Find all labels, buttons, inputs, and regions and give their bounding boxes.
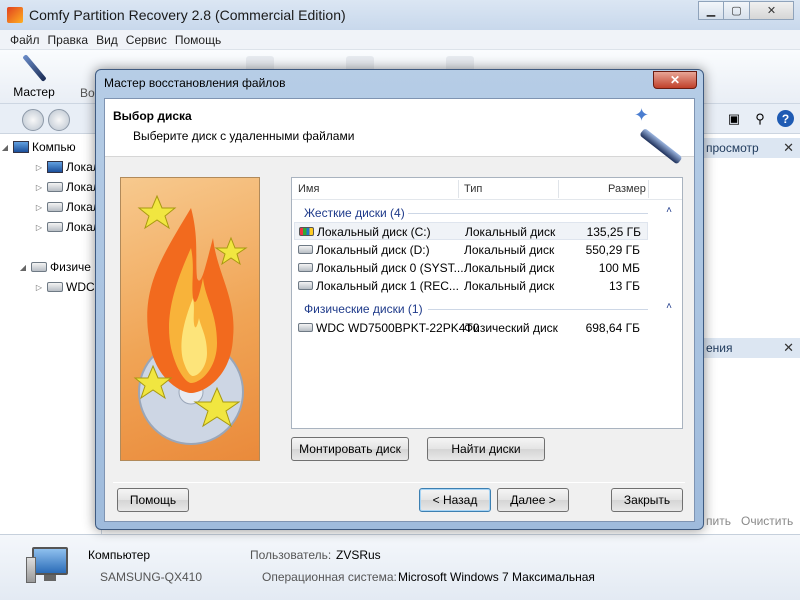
collapse-icon[interactable]: ◢ (18, 263, 28, 272)
status-os-value: Microsoft Windows 7 Максимальная (398, 570, 595, 584)
maximize-button[interactable]: ▢ (724, 1, 750, 20)
menu-file[interactable]: Файл (10, 33, 40, 47)
master-toolbar-button[interactable]: Мастер (8, 54, 60, 99)
close-icon[interactable]: ✕ (783, 340, 794, 356)
magic-wand-icon: ✦ (634, 105, 683, 165)
list-header: Имя Тип Размер (292, 178, 682, 200)
status-os-label: Операционная система: (262, 570, 397, 584)
drive-icon (31, 262, 47, 272)
main-title-bar[interactable]: Comfy Partition Recovery 2.8 (Commercial… (0, 0, 800, 30)
group-physical-disks[interactable]: Физические диски (1) ˄ (292, 300, 682, 318)
tree-item-local[interactable]: ▷ Локал (34, 218, 100, 236)
computer-icon (26, 547, 70, 583)
expand-icon[interactable]: ▷ (34, 203, 44, 212)
menu-help[interactable]: Помощь (175, 33, 221, 47)
collapse-group-icon[interactable]: ˄ (666, 205, 672, 216)
fire-disc-illustration (120, 177, 260, 461)
column-name-header[interactable]: Имя (298, 183, 319, 195)
drive-icon (47, 182, 63, 192)
wizard-heading: Выбор диска (113, 109, 192, 123)
computer-icon (13, 141, 29, 153)
wizard-title: Мастер восстановления файлов (104, 76, 286, 90)
back-nav-icon[interactable] (22, 109, 44, 131)
flame-icon (133, 194, 248, 445)
next-button[interactable]: Далее > (497, 488, 569, 512)
column-size-header[interactable]: Размер (608, 183, 646, 195)
expand-icon[interactable]: ▷ (34, 183, 44, 192)
expand-icon[interactable]: ▷ (34, 223, 44, 232)
master-label: Мастер (13, 85, 55, 99)
forward-nav-icon[interactable] (48, 109, 70, 131)
action-partial[interactable]: пить (706, 514, 731, 528)
table-row[interactable]: Локальный диск (D:) Локальный диск 550,2… (294, 241, 648, 259)
preview-pane-label: просмотр (706, 141, 759, 155)
drive-icon (47, 222, 63, 232)
drive-icon (298, 245, 313, 254)
find-disks-button[interactable]: Найти диски (427, 437, 545, 461)
wizard-subheading: Выберите диск с удаленными файлами (133, 129, 355, 143)
help-button[interactable]: Помощь (117, 488, 189, 512)
tree-item-local[interactable]: ▷ Локал (34, 178, 100, 196)
wizard-body: Выбор диска Выберите диск с удаленными ф… (104, 98, 695, 522)
table-row[interactable]: Локальный диск (C:) Локальный диск 135,2… (294, 222, 648, 240)
table-row[interactable]: Локальный диск 0 (SYST... Локальный диск… (294, 259, 648, 277)
menu-bar: Файл Правка Вид Сервис Помощь (0, 30, 800, 50)
drive-icon (298, 263, 313, 272)
menu-edit[interactable]: Правка (48, 33, 89, 47)
close-icon[interactable]: ✕ (783, 140, 794, 156)
wizard-header: Выбор диска Выберите диск с удаленными ф… (105, 99, 694, 165)
partial-toolbar-label: Во (80, 86, 95, 100)
close-window-button[interactable]: ✕ (750, 1, 794, 20)
divider (113, 482, 685, 483)
wand-icon (20, 54, 48, 82)
clear-action[interactable]: Очистить (741, 514, 793, 528)
disk-list[interactable]: Имя Тип Размер Жесткие диски (4) ˄ Локал… (291, 177, 683, 429)
status-computer-label: Компьютер (88, 548, 151, 562)
save-icon[interactable]: ▣ (725, 110, 743, 128)
back-button[interactable]: < Назад (419, 488, 491, 512)
tree-item-local[interactable]: ▷ Локал (34, 198, 100, 216)
status-computer-name: SAMSUNG-QX410 (100, 570, 203, 584)
drive-icon (47, 282, 63, 292)
tree-item-physical[interactable]: ◢ Физиче (18, 258, 91, 276)
preview-pane-header: просмотр ✕ (700, 138, 800, 158)
status-user-label: Пользователь: (250, 548, 332, 562)
menu-service[interactable]: Сервис (126, 33, 167, 47)
tree-item-wdc[interactable]: ▷ WDC (34, 278, 95, 296)
status-user-value: ZVSRus (336, 548, 381, 562)
menu-view[interactable]: Вид (96, 33, 118, 47)
drive-icon (298, 281, 313, 290)
expand-icon[interactable]: ▷ (34, 283, 44, 292)
recovery-wizard-dialog: Мастер восстановления файлов ✕ Выбор дис… (95, 69, 704, 530)
wizard-close-dialog-button[interactable]: Закрыть (611, 488, 683, 512)
search-icon[interactable]: ⚲ (751, 110, 769, 128)
windows-drive-icon (299, 227, 314, 236)
minimize-button[interactable]: ▁ (698, 1, 724, 20)
mount-disk-button[interactable]: Монтировать диск (291, 437, 409, 461)
folder-tree: ◢ Компью ▷ Локал ▷ Локал ▷ Локал ▷ Локал… (0, 134, 102, 534)
table-row[interactable]: WDC WD7500BPKT-22PK4T0 Физический диск 6… (294, 319, 648, 337)
app-title: Comfy Partition Recovery 2.8 (Commercial… (29, 7, 346, 23)
second-pane-label: ения (706, 341, 733, 355)
status-bar: Компьютер SAMSUNG-QX410 Пользователь: ZV… (0, 534, 800, 600)
column-type-header[interactable]: Тип (464, 183, 482, 195)
drive-icon (47, 202, 63, 212)
second-pane-header: ения ✕ (700, 338, 800, 358)
table-row[interactable]: Локальный диск 1 (REC... Локальный диск … (294, 277, 648, 295)
tree-item-computer[interactable]: ◢ Компью (0, 138, 76, 156)
windows-drive-icon (47, 161, 63, 173)
wizard-close-button[interactable]: ✕ (653, 71, 697, 89)
expand-icon[interactable]: ▷ (34, 163, 44, 172)
app-icon (7, 7, 23, 23)
collapse-group-icon[interactable]: ˄ (666, 301, 672, 312)
drive-icon (298, 323, 313, 332)
group-hard-disks[interactable]: Жесткие диски (4) ˄ (292, 204, 682, 222)
collapse-icon[interactable]: ◢ (0, 143, 10, 152)
tree-item-local[interactable]: ▷ Локал (34, 158, 100, 176)
help-icon[interactable]: ? (777, 110, 794, 127)
